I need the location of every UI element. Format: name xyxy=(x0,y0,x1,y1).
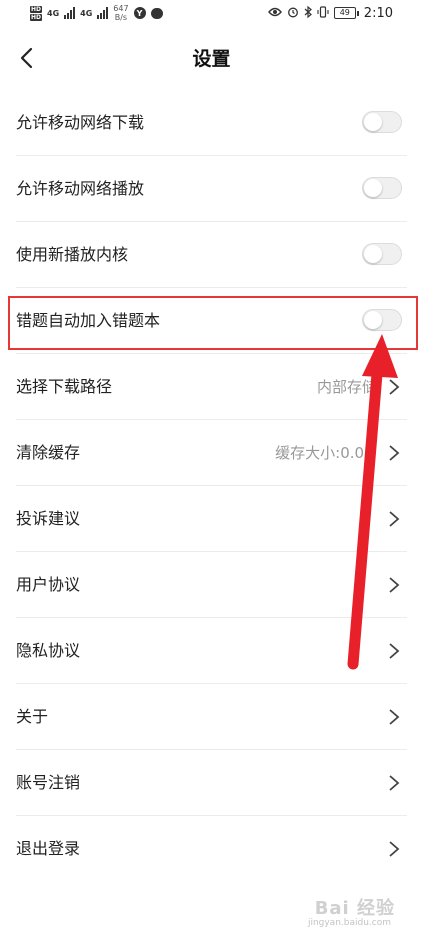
chevron-right-icon xyxy=(389,511,400,527)
status-bar: HD HD 4G 4G 647 B/s Y 49 2:10 xyxy=(0,0,423,26)
setting-label: 隐私协议 xyxy=(16,641,81,660)
alarm-icon xyxy=(287,6,299,21)
setting-label: 账号注销 xyxy=(16,773,81,792)
setting-user-agreement[interactable]: 用户协议 xyxy=(0,552,423,618)
signal-icon-2 xyxy=(97,7,109,19)
setting-account-cancel[interactable]: 账号注销 xyxy=(0,750,423,816)
watermark-logo: Bai 经验 xyxy=(314,898,395,919)
mobile-play-toggle[interactable] xyxy=(362,177,402,199)
wrong-to-notebook-toggle[interactable] xyxy=(362,309,402,331)
signal-icon xyxy=(64,7,76,19)
chevron-right-icon xyxy=(389,841,400,857)
chevron-right-icon xyxy=(389,775,400,791)
setting-mobile-download: 允许移动网络下载 xyxy=(0,90,423,156)
chevron-right-icon xyxy=(389,445,400,461)
eye-icon xyxy=(267,6,282,20)
hd-label-bottom: HD xyxy=(30,13,43,21)
setting-label: 使用新播放内核 xyxy=(16,245,129,264)
status-bar-left: HD HD 4G 4G 647 B/s Y xyxy=(30,2,163,24)
chevron-right-icon xyxy=(389,643,400,659)
setting-about[interactable]: 关于 xyxy=(0,684,423,750)
chevron-right-icon xyxy=(389,379,400,395)
chevron-right-icon xyxy=(389,709,400,725)
settings-list: 允许移动网络下载 允许移动网络播放 使用新播放内核 错题自动加入错题本 选择下载… xyxy=(0,90,423,882)
setting-label: 允许移动网络下载 xyxy=(16,113,145,132)
setting-label: 错题自动加入错题本 xyxy=(16,311,161,330)
setting-label: 选择下载路径 xyxy=(16,377,113,396)
network-type-1: 4G xyxy=(47,8,60,18)
setting-logout[interactable]: 退出登录 xyxy=(0,816,423,882)
download-path-value: 内部存储 xyxy=(316,378,377,396)
header: 设置 xyxy=(0,36,423,82)
speed-value: 647 xyxy=(113,4,129,13)
page-title: 设置 xyxy=(192,48,231,70)
setting-label: 关于 xyxy=(16,707,49,726)
cache-size-value: 缓存大小:0.0M xyxy=(275,444,377,462)
setting-wrong-to-notebook: 错题自动加入错题本 xyxy=(0,288,423,354)
network-type-2: 4G xyxy=(80,8,93,18)
new-player-core-toggle[interactable] xyxy=(362,243,402,265)
status-bar-right: 49 2:10 xyxy=(267,2,393,24)
setting-feedback[interactable]: 投诉建议 xyxy=(0,486,423,552)
vibrate-icon xyxy=(317,5,329,21)
setting-download-path[interactable]: 选择下载路径 内部存储 xyxy=(0,354,423,420)
battery-level: 49 xyxy=(333,7,356,19)
setting-clear-cache[interactable]: 清除缓存 缓存大小:0.0M xyxy=(0,420,423,486)
setting-mobile-play: 允许移动网络播放 xyxy=(0,156,423,222)
watermark-url: jingyan.baidu.com xyxy=(307,918,391,928)
setting-label: 退出登录 xyxy=(16,839,81,858)
setting-label: 用户协议 xyxy=(16,575,81,594)
setting-label: 投诉建议 xyxy=(16,509,81,528)
message-icon xyxy=(150,7,163,19)
hd-icon: HD HD xyxy=(30,5,43,21)
app-notification-icon: Y xyxy=(133,7,146,19)
hd-label-top: HD xyxy=(30,5,43,13)
speed-unit: B/s xyxy=(114,13,128,22)
setting-new-player-core: 使用新播放内核 xyxy=(0,222,423,288)
mobile-download-toggle[interactable] xyxy=(362,111,402,133)
setting-label: 清除缓存 xyxy=(16,443,81,462)
bluetooth-icon xyxy=(304,5,312,21)
network-speed: 647 B/s xyxy=(113,4,128,22)
chevron-right-icon xyxy=(389,577,400,593)
clock: 2:10 xyxy=(363,5,393,21)
setting-privacy[interactable]: 隐私协议 xyxy=(0,618,423,684)
setting-label: 允许移动网络播放 xyxy=(16,179,145,198)
battery-icon: 49 xyxy=(333,7,359,19)
